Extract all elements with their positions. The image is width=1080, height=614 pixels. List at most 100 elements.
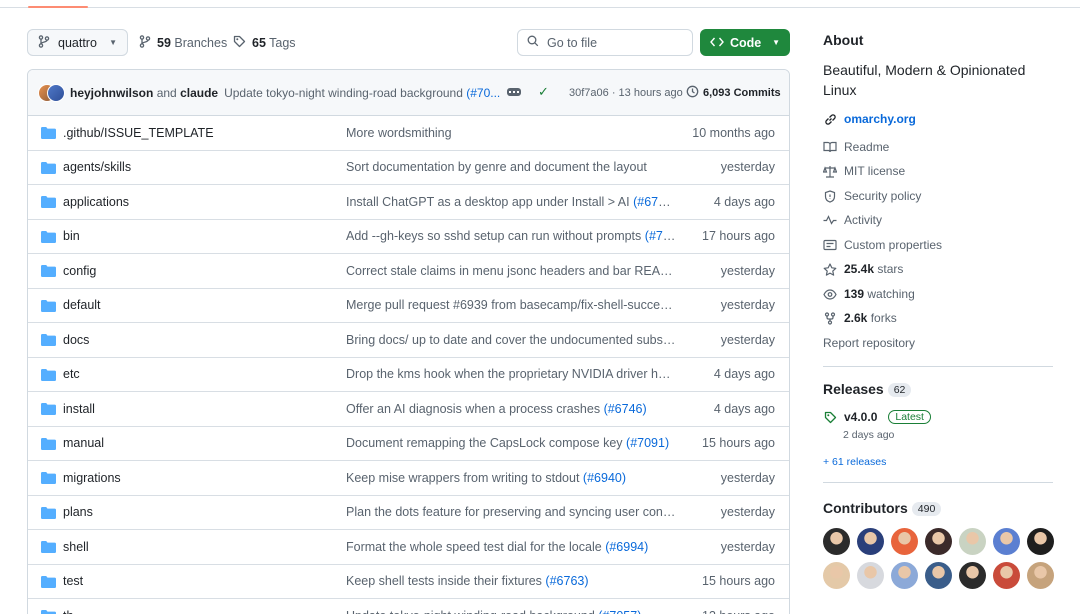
- stars-link[interactable]: 25.4k stars: [823, 262, 903, 276]
- watching-label: watching: [867, 287, 915, 301]
- readme-link[interactable]: Readme: [823, 140, 889, 154]
- file-name-link[interactable]: .github/ISSUE_TEMPLATE: [63, 126, 214, 140]
- commit-sha-time[interactable]: 30f7a06 · 13 hours ago: [569, 87, 683, 99]
- contributor-avatar[interactable]: [891, 528, 918, 555]
- branch-select-button[interactable]: quattro ▼: [27, 29, 128, 56]
- contributor-avatar[interactable]: [959, 528, 986, 555]
- file-commit-message[interactable]: Add --gh-keys so sshd setup can run with…: [346, 229, 676, 243]
- file-row[interactable]: docs Bring docs/ up to date and cover the…: [28, 323, 789, 358]
- file-commit-pr-link[interactable]: (#6763): [545, 574, 588, 588]
- file-row[interactable]: etc Drop the kms hook when the proprietar…: [28, 358, 789, 392]
- file-row[interactable]: agents/skills Sort documentation by genre…: [28, 151, 789, 185]
- file-name-link[interactable]: config: [63, 264, 96, 278]
- file-commit-pr-link[interactable]: (#6994): [605, 540, 648, 554]
- file-commit-message[interactable]: More wordsmithing: [346, 126, 676, 140]
- contributor-avatar[interactable]: [1027, 562, 1054, 589]
- file-commit-message[interactable]: Merge pull request #6939 from basecamp/f…: [346, 298, 676, 312]
- file-name-link[interactable]: plans: [63, 505, 93, 519]
- file-commit-pr-link[interactable]: (#7091): [626, 436, 669, 450]
- file-row[interactable]: th... Update tokyo-night winding-road bac…: [28, 599, 789, 614]
- contributor-avatar[interactable]: [925, 528, 952, 555]
- file-row[interactable]: bin Add --gh-keys so sshd setup can run w…: [28, 220, 789, 254]
- commit-author-link[interactable]: heyjohnwilson: [70, 86, 153, 100]
- file-commit-message[interactable]: Keep shell tests inside their fixtures (…: [346, 574, 676, 588]
- file-row[interactable]: install Offer an AI diagnosis when a proc…: [28, 392, 789, 427]
- commit-message-link[interactable]: Update tokyo-night winding-road backgrou…: [224, 86, 500, 100]
- releases-count-badge: 62: [887, 383, 912, 398]
- file-row[interactable]: plans Plan the dots feature for preservin…: [28, 496, 789, 530]
- contributor-avatar[interactable]: [857, 528, 884, 555]
- contributor-avatar[interactable]: [823, 562, 850, 589]
- file-name-link[interactable]: agents/skills: [63, 160, 131, 174]
- contributor-avatar[interactable]: [891, 562, 918, 589]
- tags-link[interactable]: 65 Tags: [233, 29, 296, 56]
- file-row[interactable]: shell Format the whole speed test dial fo…: [28, 530, 789, 565]
- contributor-avatar[interactable]: [993, 562, 1020, 589]
- file-commit-message[interactable]: Plan the dots feature for preserving and…: [346, 505, 676, 519]
- file-name-link[interactable]: install: [63, 402, 95, 416]
- file-commit-pr-link[interactable]: (#7086): [645, 229, 676, 243]
- website-link[interactable]: omarchy.org: [823, 112, 916, 126]
- activity-link[interactable]: Activity: [823, 213, 882, 227]
- branches-link[interactable]: 59 Branches: [139, 29, 227, 56]
- avatar[interactable]: [47, 83, 65, 102]
- file-name-link[interactable]: applications: [63, 195, 129, 209]
- file-row[interactable]: manual Document remapping the CapsLock co…: [28, 427, 789, 461]
- file-commit-message[interactable]: Bring docs/ up to date and cover the und…: [346, 333, 676, 347]
- check-icon[interactable]: ✓: [538, 84, 549, 100]
- commits-link[interactable]: 6,093 Commits: [686, 85, 781, 101]
- file-commit-pr-link[interactable]: (#6746): [604, 402, 647, 416]
- contributor-avatar[interactable]: [823, 528, 850, 555]
- contributors-title: Contributors: [823, 500, 908, 516]
- releases-heading[interactable]: Releases 62: [823, 381, 912, 398]
- file-row[interactable]: migrations Keep mise wrappers from writin…: [28, 461, 789, 496]
- file-name-link[interactable]: shell: [63, 540, 89, 554]
- contributors-heading[interactable]: Contributors 490: [823, 500, 942, 517]
- contributor-avatar[interactable]: [959, 562, 986, 589]
- file-row[interactable]: config Correct stale claims in menu jsonc…: [28, 254, 789, 289]
- code-button[interactable]: Code ▼: [700, 29, 790, 56]
- file-name-link[interactable]: migrations: [63, 471, 121, 485]
- file-row[interactable]: default Merge pull request #6939 from bas…: [28, 289, 789, 323]
- file-commit-message[interactable]: Keep mise wrappers from writing to stdou…: [346, 471, 676, 485]
- file-commit-message[interactable]: Format the whole speed test dial for the…: [346, 540, 676, 554]
- file-name-link[interactable]: bin: [63, 229, 80, 243]
- latest-release-link[interactable]: v4.0.0 Latest: [823, 410, 931, 424]
- file-name-link[interactable]: manual: [63, 436, 104, 450]
- file-commit-message[interactable]: Sort documentation by genre and document…: [346, 160, 676, 174]
- file-commit-pr-link[interactable]: (#7057): [598, 609, 641, 614]
- file-row[interactable]: .github/ISSUE_TEMPLATE More wordsmithing …: [28, 116, 789, 151]
- file-commit-message[interactable]: Install ChatGPT as a desktop app under I…: [346, 195, 676, 209]
- contributor-avatar[interactable]: [1027, 528, 1054, 555]
- file-name-link[interactable]: default: [63, 298, 101, 312]
- file-commit-message[interactable]: Drop the kms hook when the proprietary N…: [346, 367, 676, 381]
- file-name-link[interactable]: th...: [63, 609, 84, 614]
- file-commit-message[interactable]: Offer an AI diagnosis when a process cra…: [346, 402, 676, 416]
- contributor-avatar[interactable]: [857, 562, 884, 589]
- watching-link[interactable]: 139 watching: [823, 287, 915, 301]
- file-name-link[interactable]: docs: [63, 333, 89, 347]
- contributor-avatar[interactable]: [993, 528, 1020, 555]
- commit-pr-link[interactable]: (#70...: [466, 86, 500, 100]
- file-name-link[interactable]: test: [63, 574, 83, 588]
- forks-link[interactable]: 2.6k forks: [823, 311, 897, 325]
- file-commit-text: Keep mise wrappers from writing to stdou…: [346, 470, 580, 485]
- file-name-link[interactable]: etc: [63, 367, 80, 381]
- license-link[interactable]: MIT license: [823, 164, 905, 178]
- file-row[interactable]: test Keep shell tests inside their fixtur…: [28, 565, 789, 599]
- file-commit-message[interactable]: Document remapping the CapsLock compose …: [346, 436, 676, 450]
- file-commit-message[interactable]: Update tokyo-night winding-road backgrou…: [346, 609, 676, 614]
- file-commit-pr-link[interactable]: (#6747): [633, 195, 676, 209]
- more-releases-link[interactable]: + 61 releases: [823, 456, 886, 468]
- commit-author-link[interactable]: claude: [180, 86, 218, 100]
- file-commit-pr-link[interactable]: (#6940): [583, 471, 626, 485]
- more-dots-icon[interactable]: [507, 88, 521, 96]
- contributor-avatar[interactable]: [925, 562, 952, 589]
- security-policy-link[interactable]: Security policy: [823, 189, 921, 203]
- go-to-file-input[interactable]: Go to file: [517, 29, 693, 56]
- custom-properties-link[interactable]: Custom properties: [823, 238, 942, 252]
- file-row[interactable]: applications Install ChatGPT as a desktop…: [28, 185, 789, 220]
- report-repository-link[interactable]: Report repository: [823, 336, 915, 350]
- commit-avatars[interactable]: [38, 83, 65, 102]
- file-commit-message[interactable]: Correct stale claims in menu jsonc heade…: [346, 264, 676, 278]
